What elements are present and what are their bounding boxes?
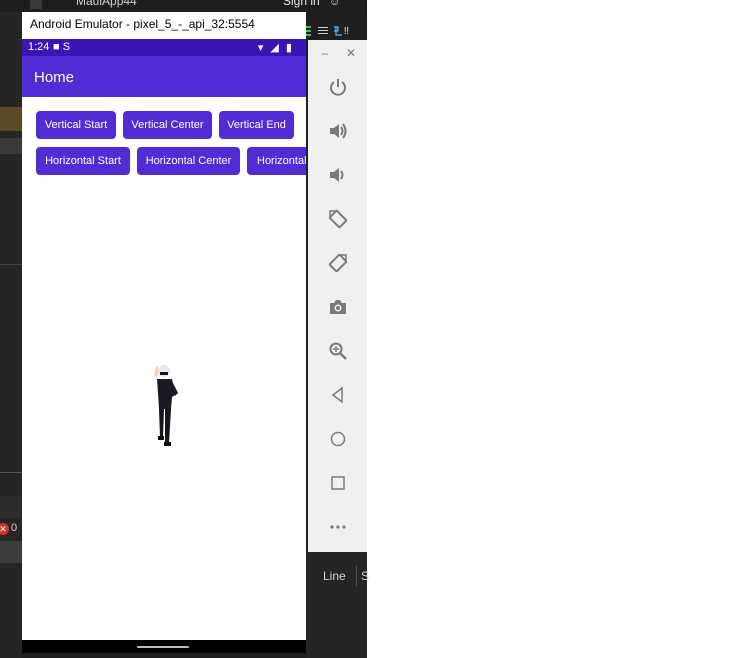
status-time: 1:24 — [28, 41, 50, 53]
vertical-end-button[interactable]: Vertical End — [219, 111, 294, 139]
rotate-left-icon[interactable] — [328, 209, 348, 229]
sign-in-link[interactable]: Sign in — [283, 0, 320, 8]
android-status-bar: 1:24 ■ S ▾ ◢ ▮ — [22, 39, 306, 56]
error-count: 0 — [11, 522, 18, 534]
minimize-button[interactable]: – — [315, 46, 335, 60]
ide-divider — [0, 264, 22, 265]
page-content: Vertical Start Vertical Center Vertical … — [22, 97, 306, 640]
ide-title: MauiApp44 — [76, 0, 137, 8]
ide-title-bar: MauiApp44 Sign in ☺ — [0, 0, 367, 12]
ide-panel-row — [0, 138, 22, 154]
system-status-icons: ▾ ◢ ▮ — [257, 42, 294, 54]
notification-icons: ■ S — [53, 41, 71, 53]
column-header-line[interactable]: Line — [323, 569, 346, 583]
vertical-start-button[interactable]: Vertical Start — [36, 111, 116, 139]
ide-toolbar-glyphs-icon: ‼ — [306, 26, 349, 37]
back-icon[interactable] — [328, 385, 348, 405]
search-icon[interactable] — [30, 0, 42, 9]
svg-text:‼: ‼ — [344, 26, 349, 37]
ide-panel-row — [0, 496, 22, 518]
close-button[interactable]: ✕ — [341, 46, 361, 60]
emulator-side-toolbar: – ✕ — [308, 40, 367, 552]
page-title: Home — [34, 69, 75, 86]
more-icon[interactable] — [328, 517, 348, 537]
app-bar: Home — [22, 56, 306, 97]
zoom-icon[interactable] — [328, 341, 348, 361]
character-image — [154, 365, 178, 446]
ide-error-list-panel — [306, 552, 367, 658]
overview-icon[interactable] — [328, 473, 348, 493]
column-header-s[interactable]: S — [361, 569, 369, 583]
ide-highlight-row — [0, 107, 22, 131]
gesture-handle[interactable] — [137, 646, 189, 648]
camera-icon[interactable] — [328, 297, 348, 317]
ide-panel-row — [0, 541, 22, 563]
emulator-title-bar[interactable]: Android Emulator - pixel_5_-_api_32:5554 — [22, 12, 306, 39]
ide-toolbar-icons: ‼ — [306, 24, 367, 38]
home-icon[interactable] — [328, 429, 348, 449]
rotate-right-icon[interactable] — [328, 253, 348, 273]
user-icon[interactable]: ☺ — [329, 0, 341, 8]
horizontal-end-button[interactable]: Horizontal — [247, 147, 306, 175]
android-navigation-bar — [22, 640, 306, 653]
vertical-center-button[interactable]: Vertical Center — [123, 111, 212, 139]
emulator-title: Android Emulator - pixel_5_-_api_32:5554 — [30, 17, 255, 31]
column-separator — [356, 566, 357, 586]
power-icon[interactable] — [328, 77, 348, 97]
horizontal-center-button[interactable]: Horizontal Center — [137, 147, 240, 175]
horizontal-start-button[interactable]: Horizontal Start — [36, 147, 130, 175]
volume-down-icon[interactable] — [328, 165, 348, 185]
volume-up-icon[interactable] — [328, 121, 348, 141]
ide-divider — [0, 472, 22, 473]
